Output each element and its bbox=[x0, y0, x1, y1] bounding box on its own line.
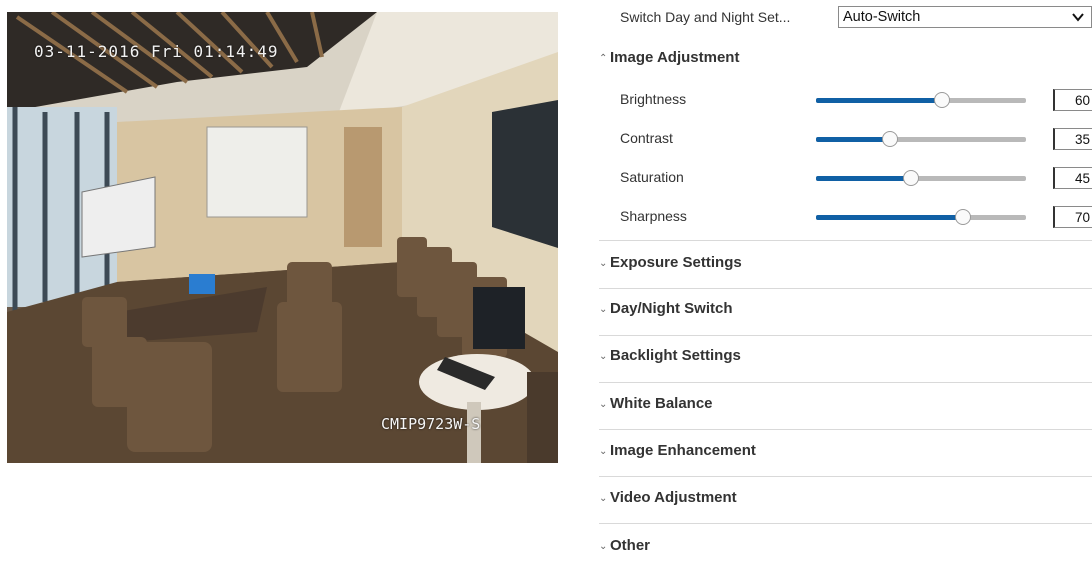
sharpness-row: Sharpness 70 bbox=[620, 206, 1092, 228]
divider bbox=[599, 240, 1092, 241]
section-title: Image Enhancement bbox=[610, 442, 756, 459]
contrast-slider-fill bbox=[816, 137, 890, 142]
divider bbox=[599, 429, 1092, 430]
section-other[interactable]: ⌄ Other bbox=[599, 537, 1092, 554]
switch-day-night-row: Switch Day and Night Set... Auto-Switch bbox=[620, 6, 1092, 28]
brightness-row: Brightness 60 bbox=[620, 89, 1092, 111]
saturation-row: Saturation 45 bbox=[620, 167, 1092, 189]
saturation-value-input[interactable]: 45 bbox=[1053, 167, 1092, 189]
brightness-label: Brightness bbox=[620, 91, 687, 107]
section-title: Image Adjustment bbox=[610, 49, 740, 66]
osd-timestamp: 03-11-2016 Fri 01:14:49 bbox=[34, 42, 279, 61]
section-title: Backlight Settings bbox=[610, 347, 741, 364]
chevron-up-icon: ⌃ bbox=[599, 53, 608, 64]
switch-day-night-label: Switch Day and Night Set... bbox=[620, 9, 791, 25]
brightness-slider-handle[interactable] bbox=[934, 92, 950, 108]
section-image-adjustment[interactable]: ⌃ Image Adjustment bbox=[599, 49, 1092, 66]
switch-day-night-select[interactable]: Auto-Switch bbox=[838, 6, 1092, 28]
image-settings-panel: Switch Day and Night Set... Auto-Switch … bbox=[599, 0, 1092, 565]
chevron-down-icon: ⌄ bbox=[599, 446, 608, 457]
divider bbox=[599, 523, 1092, 524]
live-preview[interactable]: 03-11-2016 Fri 01:14:49 CMIP9723W-S bbox=[7, 12, 558, 463]
chevron-down-icon: ⌄ bbox=[599, 541, 608, 552]
chevron-down-icon: ⌄ bbox=[599, 304, 608, 315]
chevron-down-icon: ⌄ bbox=[599, 493, 608, 504]
brightness-slider[interactable] bbox=[816, 92, 1026, 108]
contrast-row: Contrast 35 bbox=[620, 128, 1092, 150]
contrast-slider[interactable] bbox=[816, 131, 1026, 147]
brightness-value-input[interactable]: 60 bbox=[1053, 89, 1092, 111]
sharpness-slider-handle[interactable] bbox=[955, 209, 971, 225]
contrast-label: Contrast bbox=[620, 130, 673, 146]
section-title: Day/Night Switch bbox=[610, 300, 733, 317]
contrast-slider-handle[interactable] bbox=[881, 131, 898, 147]
chevron-down-icon: ⌄ bbox=[599, 258, 608, 269]
saturation-slider-fill bbox=[816, 176, 911, 181]
saturation-slider[interactable] bbox=[816, 170, 1026, 186]
sharpness-slider-fill bbox=[816, 215, 963, 220]
switch-day-night-value: Auto-Switch bbox=[843, 9, 921, 25]
brightness-slider-fill bbox=[816, 98, 942, 103]
saturation-slider-handle[interactable] bbox=[902, 170, 919, 186]
section-image-enhancement[interactable]: ⌄ Image Enhancement bbox=[599, 442, 1092, 459]
sharpness-label: Sharpness bbox=[620, 208, 687, 224]
sharpness-value-input[interactable]: 70 bbox=[1053, 206, 1092, 228]
chevron-down-icon: ⌄ bbox=[599, 351, 608, 362]
camera-image bbox=[7, 12, 558, 463]
section-backlight-settings[interactable]: ⌄ Backlight Settings bbox=[599, 347, 1092, 364]
contrast-value-input[interactable]: 35 bbox=[1053, 128, 1092, 150]
divider bbox=[599, 382, 1092, 383]
section-title: Exposure Settings bbox=[610, 254, 742, 271]
divider bbox=[599, 288, 1092, 289]
section-exposure-settings[interactable]: ⌄ Exposure Settings bbox=[599, 254, 1092, 271]
sharpness-slider[interactable] bbox=[816, 209, 1026, 225]
section-title: White Balance bbox=[610, 395, 713, 412]
chevron-down-icon: ⌄ bbox=[599, 399, 608, 410]
section-title: Video Adjustment bbox=[610, 489, 737, 506]
section-white-balance[interactable]: ⌄ White Balance bbox=[599, 395, 1092, 412]
divider bbox=[599, 335, 1092, 336]
chevron-down-icon bbox=[1072, 13, 1084, 22]
osd-camera-name: CMIP9723W-S bbox=[381, 415, 481, 433]
divider bbox=[599, 476, 1092, 477]
section-video-adjustment[interactable]: ⌄ Video Adjustment bbox=[599, 489, 1092, 506]
section-title: Other bbox=[610, 537, 651, 554]
saturation-label: Saturation bbox=[620, 169, 684, 185]
section-day-night-switch[interactable]: ⌄ Day/Night Switch bbox=[599, 300, 1092, 317]
